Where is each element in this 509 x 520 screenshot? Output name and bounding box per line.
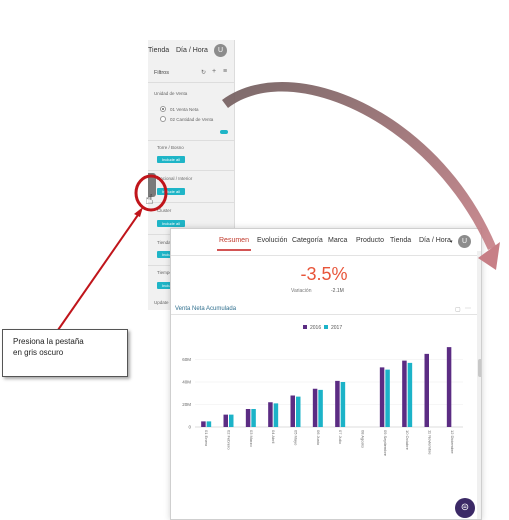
annotation-overlay: ☝: [57, 81, 500, 331]
pointer-arrow-icon: [57, 211, 141, 331]
callout-line-2: en gris oscuro: [13, 348, 64, 357]
curved-arrow-icon: [222, 81, 496, 250]
instruction-callout: Presiona la pestaña en gris oscuro: [2, 329, 128, 377]
pointer-arrowhead-icon: [134, 207, 143, 217]
hand-cursor-icon: ☝: [145, 192, 154, 208]
callout-line-1: Presiona la pestaña: [13, 337, 84, 346]
